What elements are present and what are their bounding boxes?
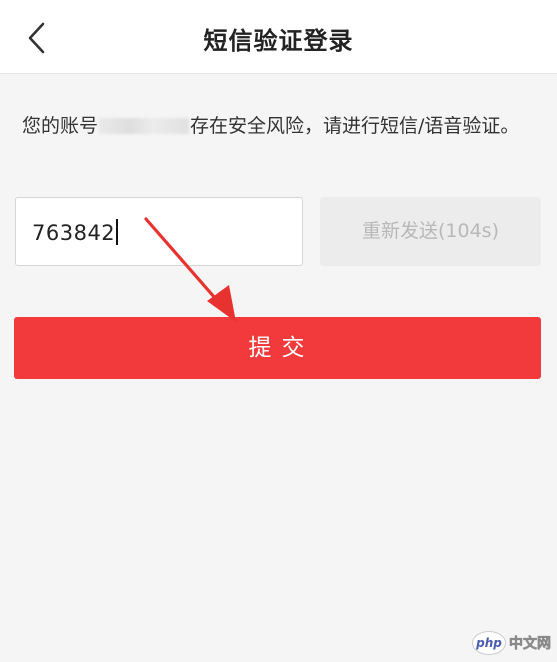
watermark-text: 中文网 <box>509 636 552 653</box>
notice-suffix: 存在安全风险，请进行短信/语音验证。 <box>190 115 520 137</box>
text-cursor <box>116 219 119 245</box>
code-input-value: 763842 <box>32 219 119 245</box>
notice-prefix: 您的账号 <box>22 115 99 137</box>
site-watermark: php 中文网 <box>472 630 551 656</box>
top-nav-bar: 短信验证登录 <box>0 0 557 74</box>
masked-account-number <box>99 118 190 134</box>
resend-code-button[interactable]: 重新发送(104s) <box>320 197 541 266</box>
page-title: 短信验证登录 <box>203 27 354 55</box>
code-text: 763842 <box>32 221 116 245</box>
security-notice: 您的账号 存在安全风险，请进行短信/语音验证。 <box>22 110 532 142</box>
sms-verify-page: 短信验证登录 您的账号 存在安全风险，请进行短信/语音验证。 763842 重新发… <box>0 0 557 662</box>
submit-button[interactable]: 提交 <box>14 317 541 379</box>
verification-code-input[interactable]: 763842 <box>15 197 303 266</box>
watermark-logo: php <box>472 631 506 655</box>
